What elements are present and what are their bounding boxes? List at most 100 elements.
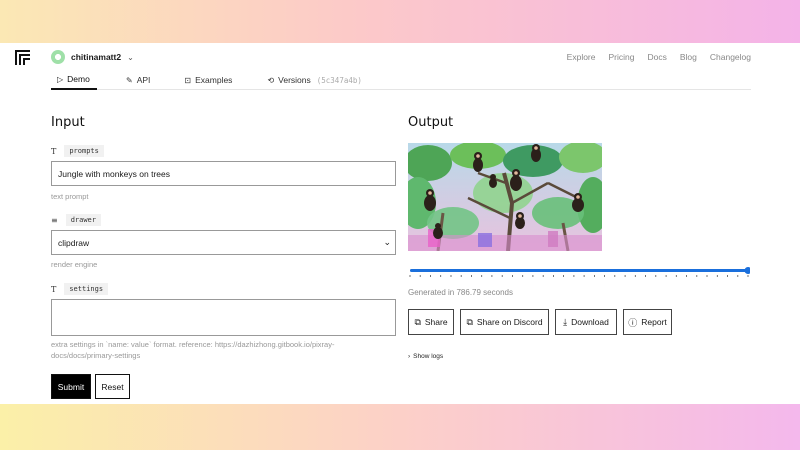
settings-hint: extra settings in `name: value` format. … xyxy=(51,340,335,360)
tab-api[interactable]: ✎ API xyxy=(120,70,156,90)
image-icon: ⊡ xyxy=(184,75,192,85)
slider-tick xyxy=(655,275,657,277)
share-label: Share xyxy=(424,317,448,327)
text-type-icon: T xyxy=(51,146,57,156)
slider-tick xyxy=(624,275,626,277)
slider-tick xyxy=(532,275,534,277)
slider-tick xyxy=(512,275,513,277)
submit-button[interactable]: Submit xyxy=(51,374,91,399)
slider-tick xyxy=(522,275,524,277)
nav-link-explore[interactable]: Explore xyxy=(567,52,596,62)
chevron-right-icon: › xyxy=(408,353,411,360)
user-menu[interactable]: chitinamatt2 ⌄ xyxy=(51,50,134,64)
slider-tick xyxy=(604,275,605,277)
tab-examples[interactable]: ⊡ Examples xyxy=(178,70,238,90)
avatar xyxy=(51,50,65,64)
tab-bar: ▷ Demo ✎ API ⊡ Examples ⟲ Versions (5c34… xyxy=(51,70,751,90)
show-logs-toggle[interactable]: › Show logs xyxy=(408,353,443,360)
tab-label: Demo xyxy=(67,74,90,84)
prompts-value: Jungle with monkeys on trees xyxy=(58,168,170,179)
slider-tick xyxy=(553,275,554,277)
slider-tick xyxy=(471,275,472,277)
slider-tick xyxy=(706,275,708,277)
text-type-icon: T xyxy=(51,284,57,294)
slider-tick xyxy=(594,275,595,277)
slider-tick xyxy=(675,275,677,277)
output-image[interactable] xyxy=(408,143,602,251)
slider-tick xyxy=(727,275,728,277)
nav-link-pricing[interactable]: Pricing xyxy=(609,52,635,62)
tab-label: Examples xyxy=(195,75,233,85)
prompts-hint: text prompt xyxy=(51,192,89,201)
nav-link-docs[interactable]: Docs xyxy=(647,52,666,62)
drawer-label: ≡ drawer xyxy=(51,214,101,226)
slider-tick xyxy=(645,275,646,277)
slider-tick xyxy=(716,275,718,277)
tab-demo[interactable]: ▷ Demo xyxy=(51,70,97,90)
background-band xyxy=(0,404,800,450)
slider-tick xyxy=(419,275,421,277)
slider-tick xyxy=(686,275,687,277)
tab-label: Versions xyxy=(278,75,311,85)
list-type-icon: ≡ xyxy=(51,215,58,225)
output-slider[interactable] xyxy=(408,263,750,279)
replicate-logo-icon[interactable] xyxy=(14,49,31,66)
share-discord-label: Share on Discord xyxy=(476,317,543,327)
report-button[interactable]: ⓘ Report xyxy=(623,309,672,335)
drawer-hint: render engine xyxy=(51,260,98,269)
settings-label: T settings xyxy=(51,283,109,295)
generation-time: Generated in 786.79 seconds xyxy=(408,288,513,297)
slider-tick xyxy=(491,275,493,277)
history-icon: ⟲ xyxy=(267,75,275,85)
copy-icon: ⧉ xyxy=(466,316,473,327)
app-frame: chitinamatt2 ⌄ Explore Pricing Docs Blog… xyxy=(0,43,800,404)
slider-tick xyxy=(542,275,544,277)
prompts-label: T prompts xyxy=(51,145,104,157)
slider-tick xyxy=(573,275,575,277)
drawer-value: clipdraw xyxy=(58,237,90,248)
slider-tick xyxy=(747,275,749,277)
slider-tick xyxy=(501,275,503,277)
nav-link-changelog[interactable]: Changelog xyxy=(710,52,751,62)
slider-tick xyxy=(737,275,739,277)
play-icon: ▷ xyxy=(57,74,64,84)
slider-tick xyxy=(460,275,462,277)
drawer-select[interactable]: clipdraw ⌄ xyxy=(51,230,396,255)
output-heading: Output xyxy=(408,115,454,130)
slider-tick xyxy=(430,275,431,277)
slider-knob xyxy=(744,267,750,274)
tab-versions[interactable]: ⟲ Versions (5c347a4b) xyxy=(261,70,367,90)
nav-links: Explore Pricing Docs Blog Changelog xyxy=(567,52,751,62)
slider-fill xyxy=(410,269,748,272)
slider-tick xyxy=(440,275,442,277)
input-heading: Input xyxy=(51,115,85,130)
rocket-icon: ✎ xyxy=(126,75,133,85)
nav-link-blog[interactable]: Blog xyxy=(680,52,697,62)
version-hash: (5c347a4b) xyxy=(316,75,362,85)
share-discord-button[interactable]: ⧉ Share on Discord xyxy=(460,309,549,335)
slider-tick xyxy=(563,275,564,277)
chevron-down-icon: ⌄ xyxy=(383,237,391,247)
field-tag: settings xyxy=(64,283,109,295)
download-label: Download xyxy=(571,317,609,327)
reset-button[interactable]: Reset xyxy=(95,374,130,399)
slider-ticks xyxy=(409,275,749,277)
slider-tick xyxy=(614,275,616,277)
username: chitinamatt2 xyxy=(71,52,122,62)
download-icon: ⤓ xyxy=(563,316,568,327)
slider-tick xyxy=(481,275,483,277)
copy-icon: ⧉ xyxy=(414,316,421,327)
download-button[interactable]: ⤓ Download xyxy=(555,309,617,335)
chevron-down-icon: ⌄ xyxy=(127,52,134,62)
show-logs-label: Show logs xyxy=(413,353,444,360)
tab-label: API xyxy=(136,75,151,85)
slider-tick xyxy=(634,275,636,277)
settings-textarea[interactable] xyxy=(51,299,396,336)
alert-circle-icon: ⓘ xyxy=(628,317,638,328)
share-button[interactable]: ⧉ Share xyxy=(408,309,454,335)
prompts-input[interactable]: Jungle with monkeys on trees xyxy=(51,161,396,186)
slider-tick xyxy=(665,275,667,277)
report-label: Report xyxy=(641,317,667,327)
slider-tick xyxy=(696,275,698,277)
slider-tick xyxy=(583,275,585,277)
